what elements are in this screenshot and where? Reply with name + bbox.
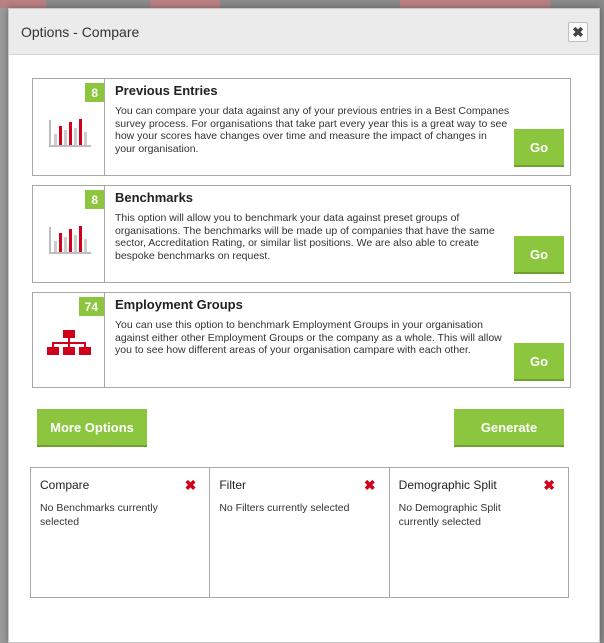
org-chart-icon — [47, 330, 91, 355]
employment-groups-card: 74 Employment Groups You can use this op… — [32, 292, 571, 388]
filter-summary: Filter ✖ No Filters currently selected — [209, 468, 388, 597]
summary-text: No Filters currently selected — [219, 502, 350, 514]
dialog-title: Options - Compare — [21, 23, 140, 40]
card-icon-column: 8 — [33, 186, 105, 282]
employment-groups-go-button[interactable]: Go — [514, 343, 564, 381]
background-strip — [400, 0, 550, 8]
generate-button[interactable]: Generate — [454, 409, 564, 447]
benchmarks-count-badge: 8 — [85, 190, 104, 209]
card-description: You can compare your data against any of… — [115, 105, 510, 155]
card-title: Benchmarks — [115, 190, 194, 205]
compare-summary: Compare ✖ No Benchmarks currently select… — [31, 468, 209, 597]
bar-chart-icon — [49, 226, 91, 254]
background-strip — [0, 0, 46, 8]
background-strip — [150, 0, 220, 8]
card-description: You can use this option to benchmark Emp… — [115, 319, 502, 357]
dialog-header: Options - Compare ✖ — [9, 9, 599, 55]
summary-heading: Filter — [219, 478, 246, 492]
summary-text: No Benchmarks currently selected — [40, 502, 158, 528]
summary-text: No Demographic Split currently selected — [398, 502, 501, 528]
bar-chart-icon — [49, 119, 91, 147]
card-description: This option will allow you to benchmark … — [115, 212, 495, 262]
benchmarks-go-button[interactable]: Go — [514, 236, 564, 274]
remove-icon[interactable]: ✖ — [185, 478, 197, 492]
selection-summary: Compare ✖ No Benchmarks currently select… — [30, 467, 569, 598]
more-options-button[interactable]: More Options — [37, 409, 147, 447]
summary-heading: Demographic Split — [398, 478, 497, 492]
card-icon-column: 74 — [33, 293, 105, 387]
summary-heading: Compare — [40, 478, 90, 492]
remove-icon[interactable]: ✖ — [543, 478, 555, 492]
previous-entries-go-button[interactable]: Go — [514, 129, 564, 167]
card-icon-column: 8 — [33, 79, 105, 175]
compare-options-dialog: Options - Compare ✖ 8 Previous Entries Y… — [8, 8, 600, 643]
remove-icon[interactable]: ✖ — [364, 478, 376, 492]
entries-count-badge: 8 — [85, 83, 104, 102]
previous-entries-card: 8 Previous Entries You can compare your … — [32, 78, 571, 176]
demographic-split-summary: Demographic Split ✖ No Demographic Split… — [388, 468, 568, 597]
card-title: Previous Entries — [115, 83, 218, 98]
close-icon[interactable]: ✖ — [568, 21, 588, 42]
benchmarks-card: 8 Benchmarks This option will allow you … — [32, 185, 571, 283]
employment-groups-count-badge: 74 — [78, 297, 104, 316]
card-title: Employment Groups — [115, 297, 243, 312]
